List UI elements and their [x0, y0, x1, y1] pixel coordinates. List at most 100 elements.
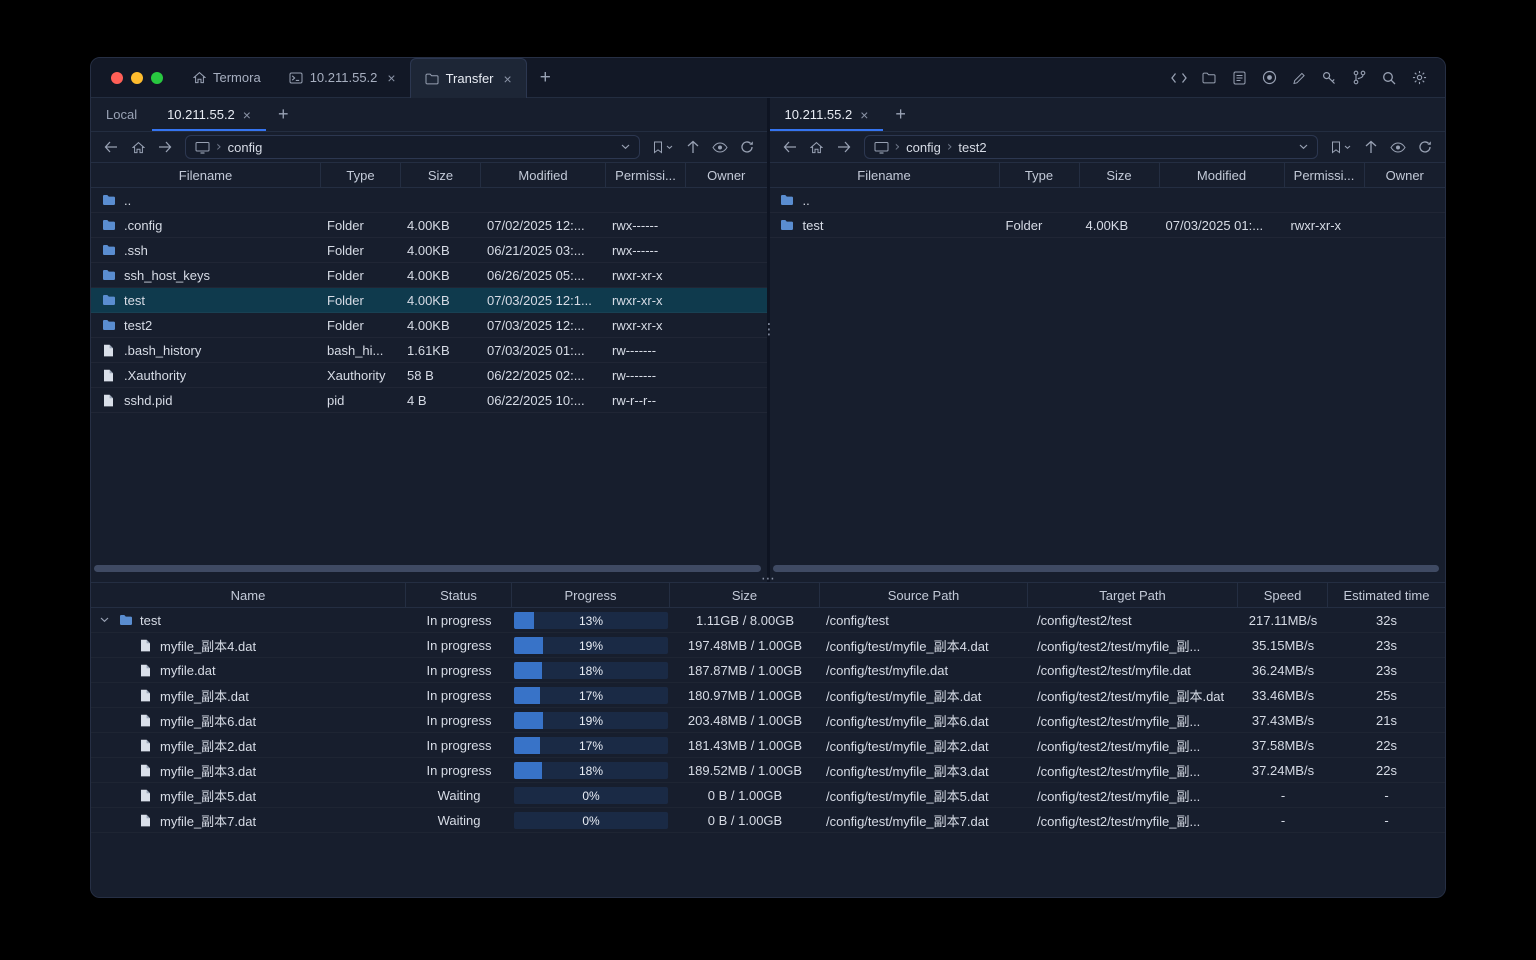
- file-row[interactable]: ..: [769, 188, 1445, 213]
- breadcrumb-segment[interactable]: config: [228, 140, 263, 155]
- refresh-button[interactable]: [1412, 135, 1438, 159]
- column-header-type[interactable]: Type: [1000, 163, 1080, 187]
- forward-button[interactable]: [831, 135, 857, 159]
- edit-icon[interactable]: [1288, 67, 1310, 89]
- transfer-column-header-size[interactable]: Size: [670, 583, 820, 607]
- close-icon[interactable]: ×: [243, 108, 251, 122]
- transfer-column-header-source-path[interactable]: Source Path: [820, 583, 1028, 607]
- transfer-row[interactable]: myfile_副本3.dat In progress 18% 189.52MB / 1…: [91, 758, 1445, 783]
- search-icon[interactable]: [1378, 67, 1400, 89]
- type-cell: Folder: [327, 267, 364, 283]
- close-icon[interactable]: ×: [504, 72, 512, 86]
- refresh-button[interactable]: [734, 135, 760, 159]
- transfer-column-header-target-path[interactable]: Target Path: [1028, 583, 1238, 607]
- close-icon[interactable]: ×: [860, 108, 868, 122]
- branch-icon[interactable]: [1348, 67, 1370, 89]
- permissions-cell: rwxr-xr-x: [612, 267, 663, 283]
- back-button[interactable]: [777, 135, 803, 159]
- file-row[interactable]: .ssh Folder 4.00KB 06/21/2025 03:... rwx----…: [91, 238, 767, 263]
- transfer-column-header-status[interactable]: Status: [406, 583, 512, 607]
- modified-cell: 06/21/2025 03:...: [487, 242, 585, 258]
- column-header-permissi[interactable]: Permissi...: [606, 163, 686, 187]
- column-header-modified[interactable]: Modified: [481, 163, 606, 187]
- chevron-down-icon[interactable]: [621, 144, 630, 150]
- breadcrumb[interactable]: › config: [185, 135, 640, 159]
- up-directory-button[interactable]: [1358, 135, 1384, 159]
- file-row[interactable]: ssh_host_keys Folder 4.00KB 06/26/2025 05:.…: [91, 263, 767, 288]
- back-button[interactable]: [98, 135, 124, 159]
- new-pane-tab-button[interactable]: +: [883, 98, 918, 131]
- file-row[interactable]: test Folder 4.00KB 07/03/2025 01:... rwxr-xr…: [769, 213, 1445, 238]
- titlebar-tab-10-211-55-2[interactable]: 10.211.55.2 ×: [275, 58, 410, 97]
- home-button[interactable]: [804, 135, 830, 159]
- column-header-filename[interactable]: Filename: [91, 163, 321, 187]
- horizontal-scrollbar[interactable]: [94, 565, 761, 572]
- zoom-window-button[interactable]: [151, 71, 163, 84]
- file-row[interactable]: sshd.pid pid 4 B 06/22/2025 10:... rw-r--r--: [91, 388, 767, 413]
- transfer-column-header-name[interactable]: Name: [91, 583, 406, 607]
- breadcrumb[interactable]: › config › test2: [863, 135, 1318, 159]
- log-icon[interactable]: [1228, 67, 1250, 89]
- transfer-row[interactable]: myfile_副本6.dat In progress 19% 203.48MB / 1…: [91, 708, 1445, 733]
- column-header-filename[interactable]: Filename: [770, 163, 1000, 187]
- show-hidden-files-button[interactable]: [707, 135, 733, 159]
- breadcrumb-segment[interactable]: test2: [958, 140, 986, 155]
- file-row[interactable]: .bash_history bash_hi... 1.61KB 07/03/2025 …: [91, 338, 767, 363]
- show-hidden-files-button[interactable]: [1385, 135, 1411, 159]
- column-header-owner[interactable]: Owner: [686, 163, 767, 187]
- file-row[interactable]: .config Folder 4.00KB 07/02/2025 12:... rwx-…: [91, 213, 767, 238]
- chevron-down-icon[interactable]: [98, 617, 111, 623]
- key-icon[interactable]: [1318, 67, 1340, 89]
- minimize-window-button[interactable]: [131, 71, 143, 84]
- settings-icon[interactable]: [1408, 67, 1430, 89]
- breadcrumb-segment[interactable]: config: [906, 140, 941, 155]
- column-header-permissi[interactable]: Permissi...: [1285, 163, 1365, 187]
- column-header-owner[interactable]: Owner: [1365, 163, 1446, 187]
- column-header-size[interactable]: Size: [1080, 163, 1160, 187]
- pane-tab-10-211-55-2[interactable]: 10.211.55.2 ×: [152, 98, 266, 131]
- home-button[interactable]: [125, 135, 151, 159]
- horizontal-scrollbar[interactable]: [772, 565, 1439, 572]
- close-window-button[interactable]: [111, 71, 123, 84]
- progress-cell: 18%: [512, 758, 670, 782]
- record-icon[interactable]: [1258, 67, 1280, 89]
- new-pane-tab-button[interactable]: +: [266, 98, 301, 131]
- filename-cell: .ssh: [91, 238, 321, 262]
- titlebar-tab-transfer[interactable]: Transfer ×: [409, 58, 527, 98]
- bookmark-button[interactable]: [647, 135, 679, 159]
- transfer-column-header-estimated-time[interactable]: Estimated time: [1328, 583, 1445, 607]
- up-directory-button[interactable]: [680, 135, 706, 159]
- transfer-row[interactable]: myfile_副本.dat In progress 17% 180.97MB / 1.…: [91, 683, 1445, 708]
- titlebar-tab-termora[interactable]: Termora: [179, 58, 275, 97]
- close-icon[interactable]: ×: [387, 71, 395, 85]
- transfer-column-header-speed[interactable]: Speed: [1238, 583, 1328, 607]
- transfer-rows: test In progress 13% 1.11GB / 8.00GB/config…: [91, 608, 1445, 897]
- pane-tab-10-211-55-2[interactable]: 10.211.55.2 ×: [770, 98, 884, 131]
- pane-tab-local[interactable]: Local: [91, 98, 152, 131]
- column-header-size[interactable]: Size: [401, 163, 481, 187]
- transfer-row[interactable]: test In progress 13% 1.11GB / 8.00GB/config…: [91, 608, 1445, 633]
- transfer-row[interactable]: myfile.dat In progress 18% 187.87MB / 1.00G…: [91, 658, 1445, 683]
- bookmark-button[interactable]: [1325, 135, 1357, 159]
- transfer-row[interactable]: myfile_副本7.dat Waiting 0% 0 B / 1.00GB/conf…: [91, 808, 1445, 833]
- file-row[interactable]: test2 Folder 4.00KB 07/03/2025 12:... rwxr-x…: [91, 313, 767, 338]
- horizontal-splitter-grip[interactable]: ⋯: [761, 572, 775, 586]
- file-row[interactable]: .Xauthority Xauthority 58 B 06/22/2025 02:.…: [91, 363, 767, 388]
- forward-button[interactable]: [152, 135, 178, 159]
- transfer-row[interactable]: myfile_副本5.dat Waiting 0% 0 B / 1.00GB/conf…: [91, 783, 1445, 808]
- transfer-row[interactable]: myfile_副本2.dat In progress 17% 181.43MB / 1…: [91, 733, 1445, 758]
- file-row[interactable]: test Folder 4.00KB 07/03/2025 12:1... rwxr-x…: [91, 288, 767, 313]
- transfer-row[interactable]: myfile_副本4.dat In progress 19% 197.48MB / 1…: [91, 633, 1445, 658]
- chevron-down-icon[interactable]: [1299, 144, 1308, 150]
- folder-icon: [101, 244, 116, 256]
- new-tab-button[interactable]: +: [527, 58, 564, 97]
- transfer-panel: Name Status Progress Size Source Path Target …: [91, 582, 1445, 897]
- column-header-modified[interactable]: Modified: [1160, 163, 1285, 187]
- folder-icon[interactable]: [1198, 67, 1220, 89]
- code-icon[interactable]: [1168, 67, 1190, 89]
- transfer-name-cell: myfile_副本.dat: [91, 683, 406, 707]
- column-header-type[interactable]: Type: [321, 163, 401, 187]
- target-path-cell: /config/test2/test/myfile_副...: [1037, 788, 1201, 804]
- transfer-column-header-progress[interactable]: Progress: [512, 583, 670, 607]
- file-row[interactable]: ..: [91, 188, 767, 213]
